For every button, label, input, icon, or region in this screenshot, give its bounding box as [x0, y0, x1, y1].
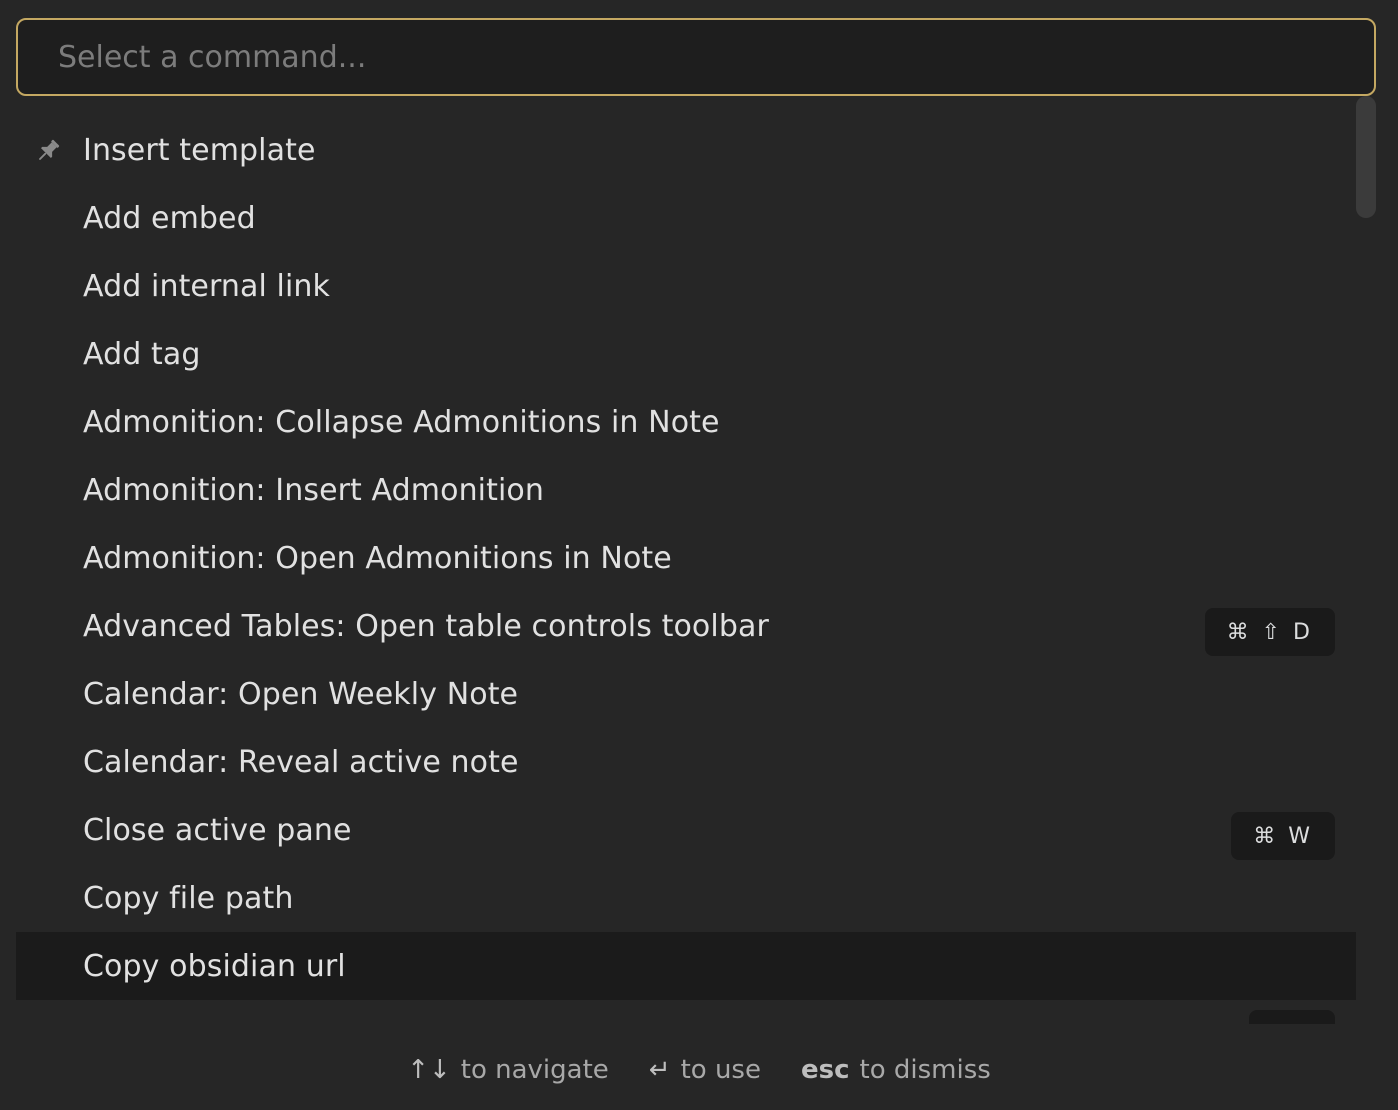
scrollbar-track[interactable]: [1356, 96, 1376, 1024]
use-hint-text: to use: [680, 1055, 761, 1085]
command-item[interactable]: Copy file path: [16, 864, 1356, 932]
command-item[interactable]: Add embed: [16, 184, 1356, 252]
command-item[interactable]: Insert template: [16, 116, 1356, 184]
command-item-selected[interactable]: Copy obsidian url: [16, 932, 1356, 1000]
command-label: Copy obsidian url: [83, 948, 346, 984]
command-list: Insert template Add embed Add internal l…: [16, 116, 1356, 1024]
command-item[interactable]: Calendar: Reveal active note: [16, 728, 1356, 796]
command-item[interactable]: Admonition: Collapse Admonitions in Note: [16, 388, 1356, 456]
command-label: Add embed: [83, 200, 256, 236]
hotkey-badge: ⌘ ⇧ D: [1204, 608, 1335, 656]
command-label: Add internal link: [83, 268, 331, 304]
command-item[interactable]: Add internal link: [16, 252, 1356, 320]
arrow-keys-icon: ↑↓: [407, 1055, 451, 1085]
command-label: Calendar: Reveal active note: [83, 744, 519, 780]
enter-key-icon: ↵: [648, 1055, 671, 1085]
scrollbar-thumb[interactable]: [1356, 96, 1376, 218]
esc-key-label: esc: [800, 1055, 850, 1085]
command-item[interactable]: Calendar: Open Weekly Note: [16, 660, 1356, 728]
command-search-input[interactable]: [18, 20, 1374, 94]
hotkey-badge: [1249, 1010, 1335, 1024]
command-item[interactable]: Advanced Tables: Open table controls too…: [16, 592, 1356, 660]
dismiss-hint-text: to dismiss: [859, 1055, 991, 1085]
command-item[interactable]: C: [16, 1000, 1356, 1024]
command-search-box[interactable]: [16, 18, 1376, 96]
navigate-hint: ↑↓ to navigate: [407, 1055, 609, 1085]
use-hint: ↵ to use: [649, 1055, 761, 1085]
command-label: Insert template: [83, 132, 316, 168]
hotkey-badge: ⌘ W: [1231, 812, 1335, 860]
command-item[interactable]: Add tag: [16, 320, 1356, 388]
command-label: Admonition: Open Admonitions in Note: [83, 540, 672, 576]
command-label: Admonition: Collapse Admonitions in Note: [83, 404, 720, 440]
footer-hints: ↑↓ to navigate ↵ to use esc to dismiss: [0, 1040, 1398, 1100]
command-label: Calendar: Open Weekly Note: [83, 676, 519, 712]
command-label: Add tag: [83, 336, 201, 372]
command-item[interactable]: Close active pane ⌘ W: [16, 796, 1356, 864]
scrollbar[interactable]: [1356, 96, 1376, 1024]
command-label: Close active pane: [83, 812, 352, 848]
command-item[interactable]: Admonition: Insert Admonition: [16, 456, 1356, 524]
command-label: Advanced Tables: Open table controls too…: [83, 608, 769, 644]
command-label: Copy file path: [83, 880, 294, 916]
pin-icon[interactable]: [34, 137, 62, 165]
dismiss-hint: esc to dismiss: [801, 1055, 991, 1085]
navigate-hint-text: to navigate: [460, 1055, 609, 1085]
command-item[interactable]: Admonition: Open Admonitions in Note: [16, 524, 1356, 592]
command-label: Admonition: Insert Admonition: [83, 472, 544, 508]
